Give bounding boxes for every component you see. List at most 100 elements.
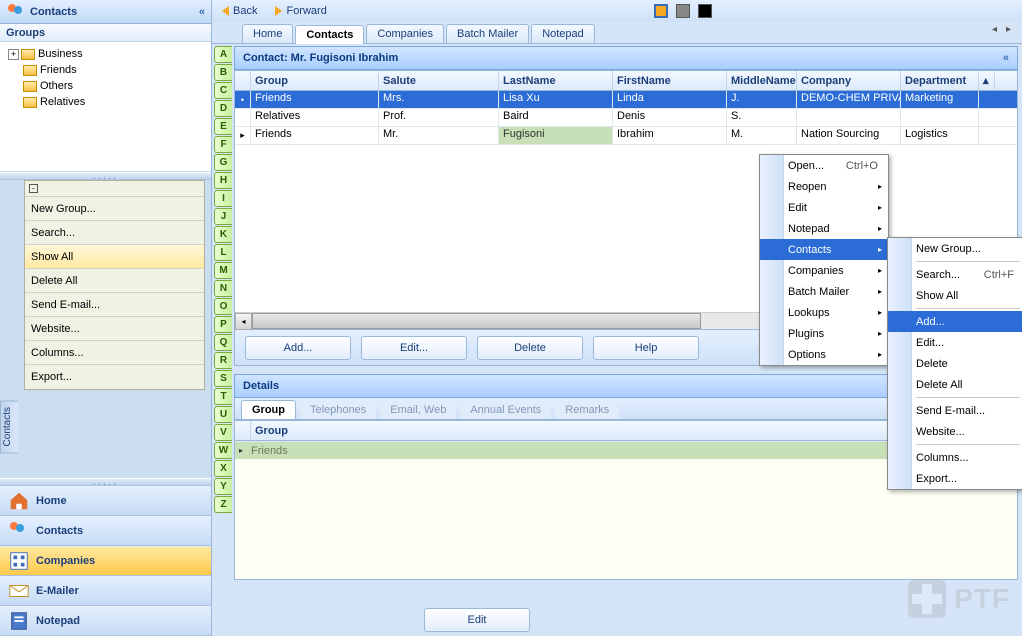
alpha-y[interactable]: Y bbox=[214, 478, 232, 495]
menu-item[interactable]: Columns... bbox=[888, 447, 1022, 468]
tab-next-icon[interactable]: ▸ bbox=[1006, 24, 1016, 34]
alpha-z[interactable]: Z bbox=[214, 496, 232, 513]
tab-prev-icon[interactable]: ◂ bbox=[992, 24, 1002, 34]
dtab-telephones[interactable]: Telephones bbox=[300, 401, 376, 419]
theme-gray-icon[interactable] bbox=[676, 4, 690, 18]
alpha-j[interactable]: J bbox=[214, 208, 232, 225]
col-company[interactable]: Company bbox=[797, 71, 901, 90]
alpha-n[interactable]: N bbox=[214, 280, 232, 297]
table-row[interactable]: ▸FriendsMr.FugisoniIbrahimM.Nation Sourc… bbox=[235, 127, 1017, 145]
alpha-t[interactable]: T bbox=[214, 388, 232, 405]
help-button[interactable]: Help bbox=[593, 336, 699, 360]
col-department[interactable]: Department bbox=[901, 71, 979, 90]
menu-item[interactable]: Companies▸ bbox=[760, 260, 888, 281]
alpha-q[interactable]: Q bbox=[214, 334, 232, 351]
resize-handle[interactable] bbox=[0, 478, 211, 486]
col-salute[interactable]: Salute bbox=[379, 71, 499, 90]
alpha-u[interactable]: U bbox=[214, 406, 232, 423]
alpha-v[interactable]: V bbox=[214, 424, 232, 441]
alpha-r[interactable]: R bbox=[214, 352, 232, 369]
menu-item[interactable]: Edit▸ bbox=[760, 197, 888, 218]
alpha-a[interactable]: A bbox=[214, 46, 232, 63]
table-row[interactable]: •FriendsMrs.Lisa XuLindaJ.DEMO-CHEM PRIV… bbox=[235, 91, 1017, 109]
col-lastname[interactable]: LastName bbox=[499, 71, 613, 90]
nav-companies[interactable]: Companies bbox=[0, 546, 211, 576]
edit-button[interactable]: Edit... bbox=[361, 336, 467, 360]
alpha-m[interactable]: M bbox=[214, 262, 232, 279]
tab-notepad[interactable]: Notepad bbox=[531, 24, 595, 43]
tab-contacts[interactable]: Contacts bbox=[295, 25, 364, 44]
alpha-h[interactable]: H bbox=[214, 172, 232, 189]
alpha-d[interactable]: D bbox=[214, 100, 232, 117]
tab-home[interactable]: Home bbox=[242, 24, 293, 43]
collapse-toggle-icon[interactable]: - bbox=[29, 184, 38, 193]
menu-item[interactable]: Search...Ctrl+F bbox=[888, 264, 1022, 285]
back-button[interactable]: Back bbox=[222, 5, 257, 17]
menu-item[interactable]: Show All bbox=[888, 285, 1022, 306]
tab-companies[interactable]: Companies bbox=[366, 24, 444, 43]
action-show-all[interactable]: Show All bbox=[25, 245, 204, 269]
alpha-i[interactable]: I bbox=[214, 190, 232, 207]
menu-item[interactable]: Batch Mailer▸ bbox=[760, 281, 888, 302]
tree-item[interactable]: Others bbox=[2, 78, 209, 94]
add-button[interactable]: Add... bbox=[245, 336, 351, 360]
menu-item[interactable]: New Group... bbox=[888, 238, 1022, 259]
dtab-events[interactable]: Annual Events bbox=[460, 401, 551, 419]
menu-item[interactable]: Open...Ctrl+O bbox=[760, 155, 888, 176]
alpha-w[interactable]: W bbox=[214, 442, 232, 459]
table-row[interactable]: RelativesProf.BairdDenisS. bbox=[235, 109, 1017, 127]
col-firstname[interactable]: FirstName bbox=[613, 71, 727, 90]
details-edit-button[interactable]: Edit bbox=[424, 608, 530, 632]
collapse-sidebar-icon[interactable]: « bbox=[199, 6, 205, 18]
alpha-o[interactable]: O bbox=[214, 298, 232, 315]
menu-item[interactable]: Website... bbox=[888, 421, 1022, 442]
action-website[interactable]: Website... bbox=[25, 317, 204, 341]
alpha-p[interactable]: P bbox=[214, 316, 232, 333]
nav-emailer[interactable]: E-Mailer bbox=[0, 576, 211, 606]
menu-item[interactable]: Delete All bbox=[888, 374, 1022, 395]
resize-handle[interactable] bbox=[0, 172, 211, 180]
nav-notepad[interactable]: Notepad bbox=[0, 606, 211, 636]
menu-item[interactable]: Lookups▸ bbox=[760, 302, 888, 323]
nav-home[interactable]: Home bbox=[0, 486, 211, 516]
action-columns[interactable]: Columns... bbox=[25, 341, 204, 365]
alpha-f[interactable]: F bbox=[214, 136, 232, 153]
alpha-b[interactable]: B bbox=[214, 64, 232, 81]
action-delete-all[interactable]: Delete All bbox=[25, 269, 204, 293]
forward-button[interactable]: Forward bbox=[275, 5, 326, 17]
sidebar-vertical-tab[interactable]: Contacts bbox=[0, 400, 18, 453]
col-group[interactable]: Group bbox=[251, 71, 379, 90]
alpha-g[interactable]: G bbox=[214, 154, 232, 171]
alpha-c[interactable]: C bbox=[214, 82, 232, 99]
delete-button[interactable]: Delete bbox=[477, 336, 583, 360]
menu-item[interactable]: Add... bbox=[888, 311, 1022, 332]
tree-item[interactable]: Relatives bbox=[2, 94, 209, 110]
action-send-email[interactable]: Send E-mail... bbox=[25, 293, 204, 317]
theme-orange-icon[interactable] bbox=[654, 4, 668, 18]
alpha-s[interactable]: S bbox=[214, 370, 232, 387]
alpha-l[interactable]: L bbox=[214, 244, 232, 261]
expand-icon[interactable]: + bbox=[8, 49, 19, 60]
dtab-email[interactable]: Email, Web bbox=[380, 401, 456, 419]
dtab-group[interactable]: Group bbox=[241, 400, 296, 419]
menu-item[interactable]: Contacts▸ bbox=[760, 239, 888, 260]
menu-item[interactable]: Export... bbox=[888, 468, 1022, 489]
dtab-remarks[interactable]: Remarks bbox=[555, 401, 619, 419]
menu-item[interactable]: Options▸ bbox=[760, 344, 888, 365]
tree-item[interactable]: +Business bbox=[2, 46, 209, 62]
menu-item[interactable]: Reopen▸ bbox=[760, 176, 888, 197]
col-middlename[interactable]: MiddleName bbox=[727, 71, 797, 90]
scroll-up-icon[interactable]: ▴ bbox=[979, 71, 995, 90]
alpha-x[interactable]: X bbox=[214, 460, 232, 477]
menu-item[interactable]: Plugins▸ bbox=[760, 323, 888, 344]
theme-black-icon[interactable] bbox=[698, 4, 712, 18]
tree-item[interactable]: Friends bbox=[2, 62, 209, 78]
menu-item[interactable]: Send E-mail... bbox=[888, 400, 1022, 421]
alpha-e[interactable]: E bbox=[214, 118, 232, 135]
menu-item[interactable]: Delete bbox=[888, 353, 1022, 374]
menu-item[interactable]: Edit... bbox=[888, 332, 1022, 353]
nav-contacts[interactable]: Contacts bbox=[0, 516, 211, 546]
action-new-group[interactable]: New Group... bbox=[25, 197, 204, 221]
tab-batch-mailer[interactable]: Batch Mailer bbox=[446, 24, 529, 43]
collapse-panel-icon[interactable]: « bbox=[1003, 52, 1009, 64]
